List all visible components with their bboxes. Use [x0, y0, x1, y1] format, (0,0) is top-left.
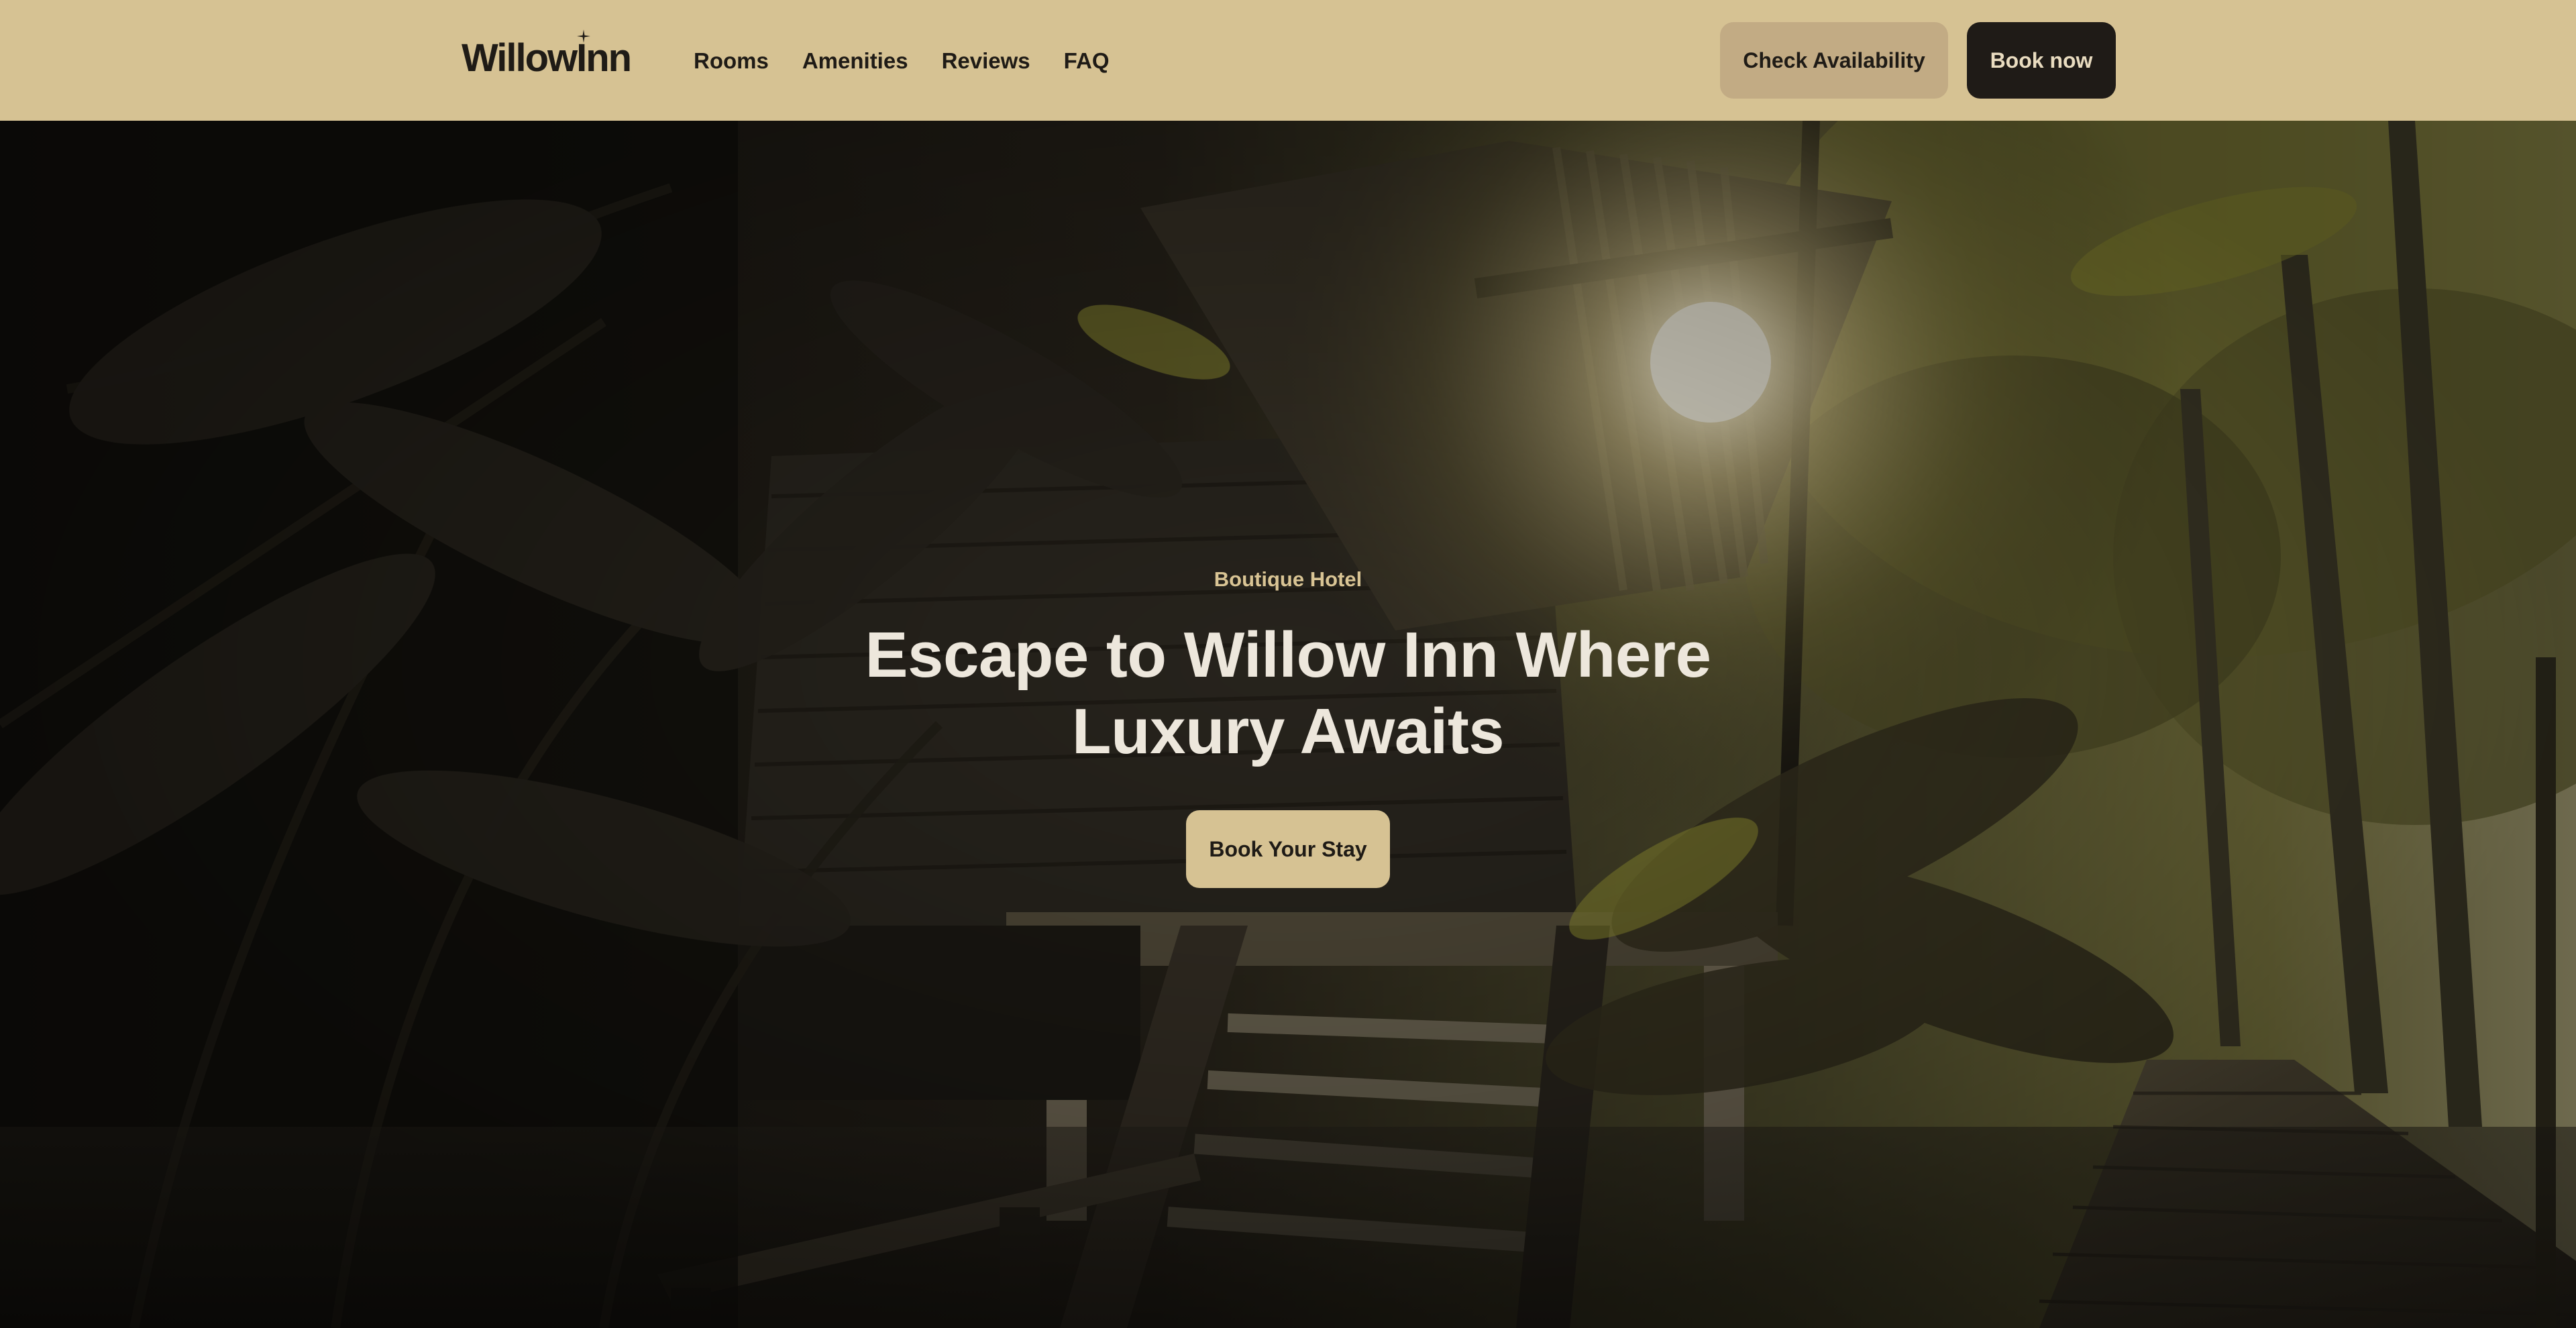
- hero-section: Boutique Hotel Escape to Willow Inn Wher…: [0, 121, 2576, 1328]
- site-header: WillowInn Rooms Amenities Reviews FAQ Ch…: [0, 0, 2576, 121]
- sparkle-icon: [577, 30, 590, 43]
- book-now-button[interactable]: Book now: [1967, 22, 2116, 99]
- nav-link-faq[interactable]: FAQ: [1064, 44, 1110, 78]
- nav-link-amenities[interactable]: Amenities: [802, 44, 908, 78]
- book-your-stay-button[interactable]: Book Your Stay: [1186, 810, 1390, 888]
- hero-content: Boutique Hotel Escape to Willow Inn Wher…: [0, 121, 2576, 1328]
- check-availability-button[interactable]: Check Availability: [1720, 22, 1948, 99]
- logo-text: WillowInn: [462, 36, 632, 80]
- nav-link-rooms[interactable]: Rooms: [694, 44, 769, 78]
- logo[interactable]: WillowInn: [462, 30, 632, 80]
- nav-link-reviews[interactable]: Reviews: [942, 44, 1030, 78]
- main-nav: Rooms Amenities Reviews FAQ: [694, 44, 1143, 78]
- hero-headline: Escape to Willow Inn Where Luxury Awaits: [865, 619, 1711, 767]
- hero-eyebrow: Boutique Hotel: [1214, 567, 1362, 591]
